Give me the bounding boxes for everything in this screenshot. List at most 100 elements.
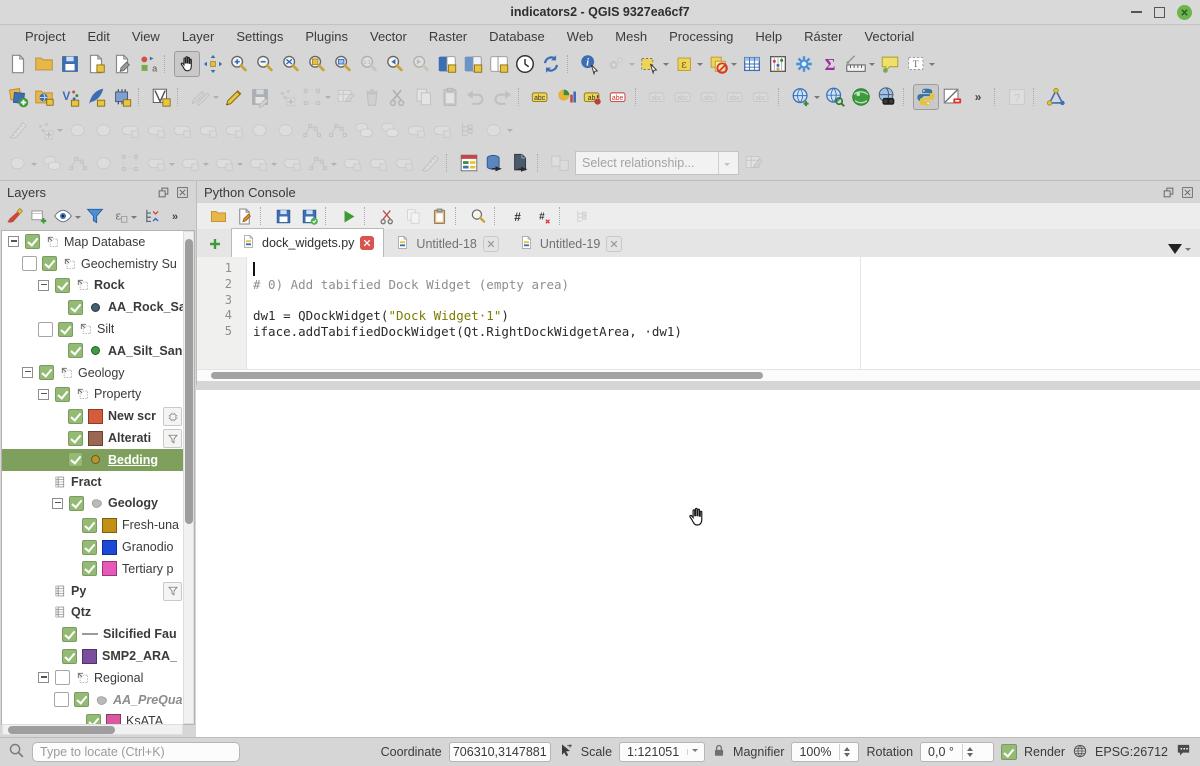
layer-row-silcified-fau[interactable]: Silcified Fau <box>2 623 194 645</box>
zoom-to-selection-icon[interactable] <box>304 51 330 77</box>
layer-checkbox[interactable] <box>82 518 97 533</box>
layer-checkbox[interactable] <box>55 670 70 685</box>
open-script-icon[interactable] <box>205 203 231 229</box>
extents-toggle-icon[interactable] <box>558 743 574 762</box>
layer-row-map-database[interactable]: Map Database <box>2 231 194 253</box>
comment-code-icon[interactable]: # <box>504 203 530 229</box>
layer-checkbox[interactable] <box>82 540 97 555</box>
db-export-icon[interactable] <box>508 150 534 176</box>
tab-list-dropdown[interactable] <box>1185 248 1191 254</box>
menu-item-settings[interactable]: Settings <box>225 29 294 44</box>
deselect-features-dropdown[interactable] <box>731 63 737 69</box>
add-group-icon[interactable] <box>27 204 51 228</box>
menu-item-database[interactable]: Database <box>478 29 556 44</box>
layer-row-geology[interactable]: Geology <box>2 362 194 384</box>
save-project-icon[interactable] <box>57 51 83 77</box>
toolbar-overflow-icon[interactable]: » <box>965 84 991 110</box>
search-layers-icon[interactable] <box>822 84 848 110</box>
lock-scale-icon[interactable] <box>712 743 726 761</box>
scale-dropdown[interactable] <box>692 749 698 755</box>
zoom-out-icon[interactable] <box>252 51 278 77</box>
coordinate-field[interactable]: 706310,3147881 <box>449 742 551 762</box>
menu-item-edit[interactable]: Edit <box>76 29 120 44</box>
code-lines[interactable]: # 0) Add tabified Dock Widget (empty are… <box>253 257 1200 369</box>
float-panel-icon[interactable] <box>1161 185 1175 199</box>
select-by-expression-icon[interactable]: ε <box>671 51 697 77</box>
layer-row-alterati[interactable]: Alterati <box>2 427 194 449</box>
menu-item-processing[interactable]: Processing <box>658 29 744 44</box>
layer-row-regional[interactable]: Regional <box>2 667 194 689</box>
editor-horizontal-scrollbar[interactable] <box>197 369 1200 381</box>
layer-row-aa-prequat[interactable]: AA_PreQuat <box>2 689 194 711</box>
python-console-icon[interactable] <box>913 84 939 110</box>
layer-checkbox[interactable] <box>69 496 84 511</box>
tab-untitled-18[interactable]: Untitled-18 <box>386 230 507 257</box>
tree-expander-icon[interactable] <box>38 389 49 400</box>
layer-row-bedding[interactable]: Bedding <box>2 449 194 471</box>
text-annotation-icon[interactable]: T <box>903 51 929 77</box>
expand-collapse-all-icon[interactable] <box>139 204 163 228</box>
metasearch-add-service-icon[interactable] <box>788 84 814 110</box>
layer-checkbox[interactable] <box>68 452 83 467</box>
scale-combobox[interactable]: 1:121051 <box>619 742 705 762</box>
scrollbar-thumb[interactable] <box>185 239 193 524</box>
quickmapservices-icon[interactable] <box>848 84 874 110</box>
layer-row-smp2-ara-[interactable]: SMP2_ARA_ <box>2 645 194 667</box>
filter-by-expression-dropdown[interactable] <box>131 216 137 222</box>
open-attribute-table-icon[interactable] <box>739 51 765 77</box>
tab-close-icon[interactable] <box>606 236 622 252</box>
refresh-map-icon[interactable] <box>538 51 564 77</box>
show-layout-manager-icon[interactable] <box>109 51 135 77</box>
filter-by-expression-icon[interactable]: ε <box>107 204 131 228</box>
open-layer-styling-icon[interactable] <box>3 204 27 228</box>
memory-layer-indicator-icon[interactable] <box>163 407 182 426</box>
select-features-icon[interactable] <box>637 51 663 77</box>
layer-row-granodio[interactable]: Granodio <box>2 536 194 558</box>
layer-row-aa-rock-sa[interactable]: AA_Rock_Sa <box>2 296 194 318</box>
layer-row-geochemistry-su[interactable]: Geochemistry Su <box>2 253 194 275</box>
menu-item-vectorial-plugin[interactable]: Vectorial <box>853 29 925 44</box>
tab-dock-widgets-py[interactable]: dock_widgets.py <box>231 228 384 257</box>
add-delimited-text-layer-icon[interactable]: V <box>57 84 83 110</box>
db-import-icon[interactable] <box>482 150 508 176</box>
layer-checkbox[interactable] <box>62 649 77 664</box>
panel-overflow-icon[interactable]: » <box>163 204 187 228</box>
magnifier-spinbox[interactable]: 100% <box>791 742 859 762</box>
spin-up-icon[interactable] <box>844 744 850 751</box>
temporal-controller-icon[interactable] <box>512 51 538 77</box>
tree-expander-icon[interactable] <box>52 498 63 509</box>
scrollbar-thumb[interactable] <box>8 726 115 734</box>
layer-checkbox[interactable] <box>39 365 54 380</box>
menu-item-raster[interactable]: Raster <box>418 29 478 44</box>
pin-labels-icon[interactable]: ab <box>580 84 606 110</box>
float-panel-icon[interactable] <box>156 185 170 199</box>
menu-item-rster-plugin[interactable]: Ráster <box>793 29 853 44</box>
menu-item-mesh[interactable]: Mesh <box>604 29 658 44</box>
open-data-source-manager-icon[interactable] <box>5 84 31 110</box>
new-print-layout-icon[interactable] <box>83 51 109 77</box>
render-checkbox[interactable] <box>1001 744 1017 760</box>
tab-close-icon[interactable] <box>360 236 374 250</box>
cut-icon[interactable] <box>374 203 400 229</box>
filter-legend-icon[interactable] <box>83 204 107 228</box>
close-button-icon[interactable] <box>1177 5 1192 20</box>
zoom-last-icon[interactable] <box>382 51 408 77</box>
tree-expander-icon[interactable] <box>38 280 49 291</box>
save-script-icon[interactable] <box>270 203 296 229</box>
add-script-tab-icon[interactable] <box>203 232 227 256</box>
highlight-pinned-labels-icon[interactable]: abe <box>606 84 632 110</box>
layer-checkbox[interactable] <box>68 343 83 358</box>
layer-checkbox[interactable] <box>55 278 70 293</box>
layer-checkbox[interactable] <box>68 300 83 315</box>
identify-features-icon[interactable]: i <box>577 51 603 77</box>
deselect-features-icon[interactable] <box>705 51 731 77</box>
layer-checkbox[interactable] <box>82 561 97 576</box>
layer-row-geology[interactable]: Geology <box>2 493 194 515</box>
layer-row-py[interactable]: Py <box>2 580 194 602</box>
menu-item-vector[interactable]: Vector <box>359 29 418 44</box>
menu-item-web[interactable]: Web <box>556 29 605 44</box>
layer-labeling-options-icon[interactable]: abc <box>528 84 554 110</box>
new-project-icon[interactable] <box>5 51 31 77</box>
osm-place-search-icon[interactable] <box>874 84 900 110</box>
spin-up-icon[interactable] <box>967 744 973 751</box>
